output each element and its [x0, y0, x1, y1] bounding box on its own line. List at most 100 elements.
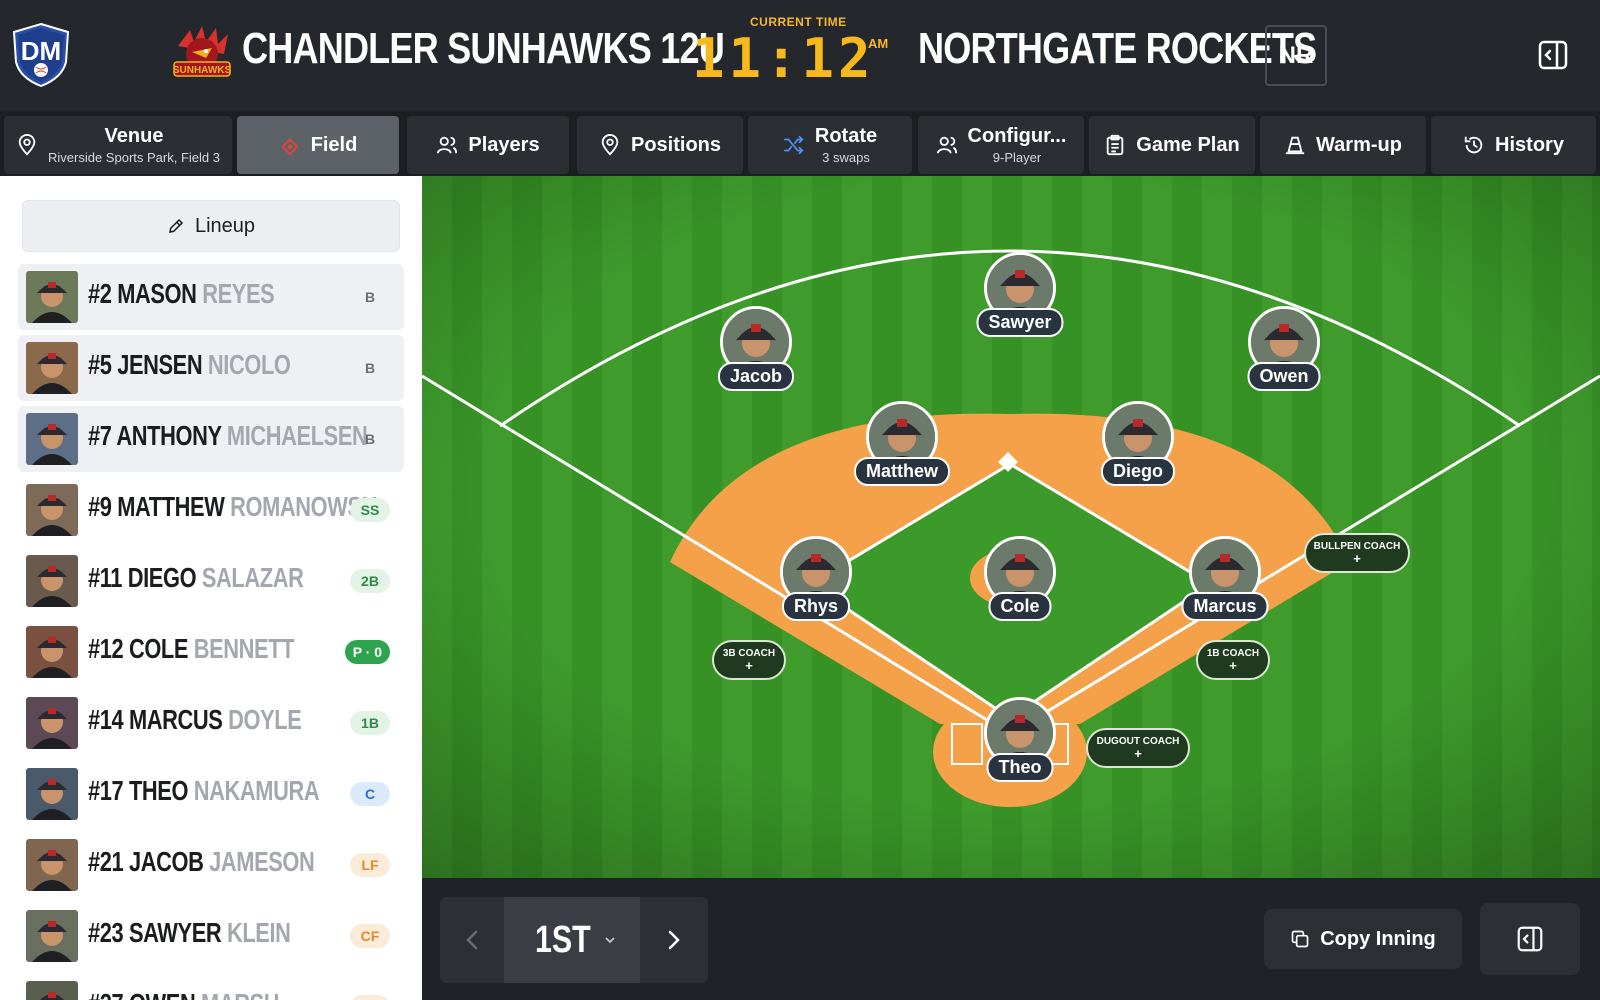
player-number-first: #11 DIEGO [88, 562, 197, 593]
field-player-rhys[interactable]: Rhys [766, 536, 866, 636]
field-player-theo[interactable]: Theo [970, 697, 1070, 797]
player-name-tag: Jacob [717, 362, 795, 391]
player-avatar [26, 839, 78, 891]
position-badge: P · 0 [344, 640, 390, 664]
player-photo [26, 839, 78, 891]
player-number-first: #17 THEO [88, 775, 189, 806]
field-player-jacob[interactable]: Jacob [706, 306, 806, 406]
roster-row[interactable]: #17 THEO NAKAMURA C [18, 761, 404, 827]
users-icon [936, 136, 957, 154]
player-last-name: MICHAELSEN [221, 420, 368, 451]
player-name: #14 MARCUS DOYLE [88, 704, 302, 736]
player-number-first: #9 MATTHEW [88, 491, 225, 522]
copy-inning-button[interactable]: Copy Inning [1264, 909, 1462, 969]
field-player-cole[interactable]: Cole [970, 536, 1070, 636]
player-photo [26, 768, 78, 820]
player-name-tag: Sawyer [976, 308, 1064, 337]
field-player-matthew[interactable]: Matthew [852, 401, 952, 501]
position-badge: RF [350, 995, 390, 1000]
home-team-name: CHANDLER SUNHAWKS 12U [242, 24, 725, 73]
player-name-tag: Rhys [781, 592, 851, 621]
users-icon [437, 136, 458, 154]
player-photo [26, 626, 78, 678]
third-base-coach-slot[interactable]: 3B COACH + [712, 640, 786, 680]
add-icon: + [1134, 746, 1142, 761]
field-player-diego[interactable]: Diego [1088, 401, 1188, 501]
svg-text:DM: DM [21, 36, 61, 66]
player-last-name: BENNETT [188, 633, 295, 664]
bottom-bar: 1ST Copy Inning [422, 878, 1600, 1000]
player-number-first: #12 COLE [88, 633, 189, 664]
player-last-name: NICOLO [202, 349, 291, 380]
player-number-first: #23 SAWYER [88, 917, 222, 948]
tab-positions[interactable]: Positions [577, 116, 743, 174]
player-name: #27 OWEN MARSH [88, 988, 280, 1000]
toggle-panel-button[interactable] [1480, 903, 1580, 975]
app-logo[interactable]: DM [10, 22, 72, 88]
player-avatar [26, 271, 78, 323]
player-photo [26, 910, 78, 962]
tab-field[interactable]: Field [237, 116, 399, 174]
tab-venue[interactable]: Venue Riverside Sports Park, Field 3 [4, 116, 232, 174]
svg-text:SUNHAWKS: SUNHAWKS [173, 65, 232, 76]
collapse-panel-icon[interactable] [1538, 40, 1568, 70]
next-inning-button[interactable] [640, 897, 708, 983]
first-base-coach-slot[interactable]: 1B COACH + [1196, 640, 1270, 680]
pencil-icon [169, 218, 184, 233]
roster-row[interactable]: #9 MATTHEW ROMANOWSK SS [18, 477, 404, 543]
copy-inning-label: Copy Inning [1320, 927, 1436, 950]
player-name-tag: Owen [1247, 362, 1321, 391]
dugout-coach-slot[interactable]: DUGOUT COACH + [1086, 728, 1190, 768]
map-pin-icon [18, 134, 36, 156]
roster-row[interactable]: #14 MARCUS DOYLE 1B [18, 690, 404, 756]
player-avatar [26, 910, 78, 962]
player-number-first: #27 OWEN [88, 988, 196, 1000]
player-name-tag: Theo [986, 753, 1054, 782]
player-avatar [26, 413, 78, 465]
chevron-right-icon [668, 930, 680, 950]
clipboard-icon [1107, 134, 1124, 156]
tab-configuration[interactable]: Configur... 9-Player [918, 116, 1084, 174]
player-name: #5 JENSEN NICOLO [88, 349, 291, 381]
roster-row[interactable]: #7 ANTHONY MICHAELSEN B [18, 406, 404, 472]
position-badge: B [364, 289, 376, 305]
tab-rotate[interactable]: Rotate 3 swaps [748, 116, 912, 174]
field-player-owen[interactable]: Owen [1234, 306, 1334, 406]
field-player-marcus[interactable]: Marcus [1175, 536, 1275, 636]
player-name-tag: Diego [1100, 457, 1176, 486]
field-player-sawyer[interactable]: Sawyer [970, 252, 1070, 352]
player-avatar [26, 626, 78, 678]
roster-row[interactable]: #21 JACOB JAMESON LF [18, 832, 404, 898]
copy-icon [1291, 930, 1309, 948]
roster-row[interactable]: #2 MASON REYES B [18, 264, 404, 330]
map-pin-icon [601, 134, 619, 156]
roster-row[interactable]: #23 SAWYER KLEIN CF [18, 903, 404, 969]
position-badge: B [364, 431, 376, 447]
bullpen-coach-slot[interactable]: BULLPEN COACH + [1304, 533, 1410, 573]
tab-game-plan[interactable]: Game Plan [1089, 116, 1255, 174]
time-ampm: AM [868, 36, 889, 51]
away-team-name: NORTHGATE ROCKETS [918, 24, 1317, 73]
roster-row[interactable]: #11 DIEGO SALAZAR 2B [18, 548, 404, 614]
tab-players[interactable]: Players [407, 116, 569, 174]
tab-history[interactable]: History [1431, 116, 1596, 174]
inning-dropdown[interactable]: 1ST [504, 897, 640, 983]
player-photo [26, 271, 78, 323]
player-avatar [26, 555, 78, 607]
previous-inning-button[interactable] [440, 897, 504, 983]
tab-label: Warm-up [1316, 133, 1402, 156]
player-name-tag: Marcus [1181, 592, 1269, 621]
player-photo [26, 697, 78, 749]
roster-row[interactable]: #5 JENSEN NICOLO B [18, 335, 404, 401]
player-name: #23 SAWYER KLEIN [88, 917, 291, 949]
player-name: #9 MATTHEW ROMANOWSK [88, 491, 377, 523]
player-avatar [26, 981, 78, 1000]
add-icon: + [1229, 658, 1237, 673]
top-bar: DM SUNHAWKS CHANDLER SUNHAWKS 12U CURREN… [0, 0, 1600, 110]
roster-row[interactable]: #12 COLE BENNETT P · 0 [18, 619, 404, 685]
player-last-name: JAMESON [203, 846, 315, 877]
chevron-left-icon [466, 930, 478, 950]
roster-row[interactable]: #27 OWEN MARSH RF [18, 974, 404, 1000]
tab-warm-up[interactable]: Warm-up [1260, 116, 1426, 174]
edit-lineup-button[interactable]: Lineup [22, 200, 400, 252]
